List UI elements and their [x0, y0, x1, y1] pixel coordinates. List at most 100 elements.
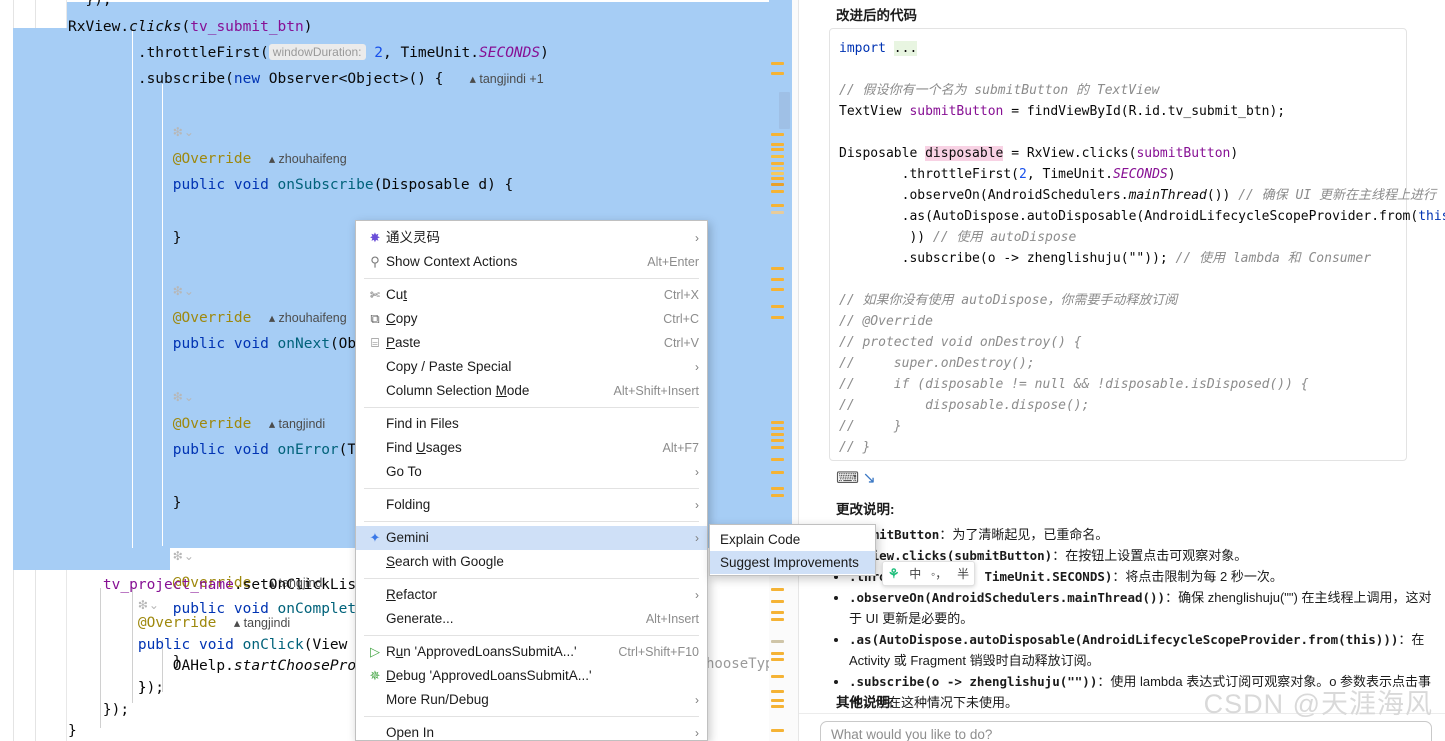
- menu-item-refactor[interactable]: Refactor ›: [356, 583, 707, 607]
- menu-separator: [364, 488, 699, 489]
- menu-item-label: Search with Google: [386, 554, 504, 569]
- menu-item-label: Cut: [386, 287, 408, 302]
- improved-code-line: // }: [839, 419, 902, 434]
- stripe-marker[interactable]: [771, 162, 784, 165]
- code-line: }: [68, 495, 182, 511]
- menu-separator: [364, 407, 699, 408]
- change-bullet-code: .subscribe(o -> zhenglishuju("")): [849, 674, 1098, 689]
- stripe-marker[interactable]: [771, 204, 784, 207]
- stripe-marker[interactable]: [771, 143, 784, 146]
- copy-code-icon[interactable]: ⌨: [836, 468, 859, 488]
- menu-item-debug-approvedloanssubmita[interactable]: ✵ Debug 'ApprovedLoansSubmitA...': [356, 664, 707, 688]
- stripe-marker[interactable]: [771, 183, 784, 186]
- gemini-submenu[interactable]: Explain Code Suggest Improvements: [709, 524, 876, 576]
- stripe-marker[interactable]: [771, 267, 784, 270]
- stripe-marker[interactable]: [771, 155, 784, 158]
- stripe-marker[interactable]: [771, 705, 784, 708]
- stripe-marker[interactable]: [771, 177, 784, 180]
- stripe-marker[interactable]: [771, 494, 784, 497]
- menu-item-folding[interactable]: Folding ›: [356, 493, 707, 517]
- menu-item-find-in-files[interactable]: Find in Files: [356, 412, 707, 436]
- stripe-marker[interactable]: [771, 167, 784, 170]
- menu-item-label: Gemini: [386, 530, 429, 545]
- stripe-marker[interactable]: [771, 211, 784, 214]
- stripe-marker[interactable]: [771, 62, 784, 65]
- stripe-marker[interactable]: [771, 446, 784, 449]
- stripe-marker[interactable]: [771, 427, 784, 430]
- stripe-marker[interactable]: [771, 652, 784, 655]
- stripe-marker[interactable]: [771, 133, 784, 136]
- chevron-right-icon: ›: [695, 465, 699, 479]
- ime-mode-toggle[interactable]: 中: [909, 565, 921, 582]
- stripe-marker[interactable]: [771, 72, 784, 75]
- menu-item-generate[interactable]: Generate... Alt+Insert: [356, 607, 707, 631]
- stripe-marker[interactable]: [771, 148, 784, 151]
- stripe-marker[interactable]: [771, 471, 784, 474]
- chevron-right-icon: ›: [695, 360, 699, 374]
- menu-item-go-to[interactable]: Go To ›: [356, 460, 707, 484]
- menu-item-open-in[interactable]: Open In ›: [356, 721, 707, 741]
- stripe-marker[interactable]: [771, 658, 784, 661]
- menu-item-gemini[interactable]: ✦ Gemini ›: [356, 526, 707, 550]
- ime-punctuation-toggle[interactable]: ◦，: [931, 565, 947, 582]
- stripe-marker[interactable]: [771, 675, 784, 678]
- menu-item-paste[interactable]: ⌸ Paste Ctrl+V: [356, 331, 707, 355]
- stripe-marker[interactable]: [771, 172, 784, 175]
- menu-item-run-approvedloanssubmita[interactable]: ▷ Run 'ApprovedLoansSubmitA...' Ctrl+Shift…: [356, 640, 707, 664]
- ime-width-toggle[interactable]: 半: [957, 565, 969, 582]
- menu-item-cut[interactable]: ✄ Cut Ctrl+X: [356, 283, 707, 307]
- code-line: }: [68, 230, 182, 246]
- paste-icon: ⌸: [371, 335, 379, 350]
- stripe-marker[interactable]: [771, 439, 784, 442]
- submenu-item-suggest-improvements[interactable]: Suggest Improvements: [710, 551, 875, 574]
- changes-heading: 更改说明:: [836, 502, 895, 517]
- stripe-marker[interactable]: [771, 433, 784, 436]
- stripe-marker[interactable]: [771, 458, 784, 461]
- change-bullet: submitButton：为了清晰起见，已重命名。: [849, 524, 1432, 545]
- stripe-marker[interactable]: [771, 611, 784, 614]
- stripe-marker[interactable]: [771, 618, 784, 621]
- menu-separator: [364, 278, 699, 279]
- stripe-marker[interactable]: [771, 690, 784, 693]
- code-line: @Override ▴ tangjindi: [172, 416, 326, 432]
- menu-item-label: Copy: [386, 311, 418, 326]
- stripe-marker[interactable]: [771, 699, 784, 702]
- stripe-marker[interactable]: [771, 487, 784, 490]
- error-stripe-scrollbar[interactable]: [769, 0, 798, 741]
- stripe-thumb[interactable]: [779, 92, 790, 129]
- menu-item-[interactable]: ✸ 通义灵码 ›: [356, 226, 707, 250]
- stripe-marker[interactable]: [771, 190, 784, 193]
- stripe-marker[interactable]: [771, 588, 784, 591]
- stripe-marker[interactable]: [771, 278, 784, 281]
- editor-context-menu[interactable]: ✸ 通义灵码 › ⚲ Show Context Actions Alt+Enter ✄ Cut…: [355, 220, 708, 741]
- menu-item-copy[interactable]: ⧉ Copy Ctrl+C: [356, 307, 707, 331]
- menu-item-column-selection-mode[interactable]: Column Selection Mode Alt+Shift+Insert: [356, 379, 707, 403]
- stripe-marker[interactable]: [771, 729, 784, 732]
- chat-input-placeholder: What would you like to do?: [831, 727, 993, 741]
- menu-separator: [364, 716, 699, 717]
- menu-item-show-context-actions[interactable]: ⚲ Show Context Actions Alt+Enter: [356, 250, 707, 274]
- code-line: @Override ▴ zhouhaifeng: [172, 310, 347, 326]
- menu-item-more-run-debug[interactable]: More Run/Debug ›: [356, 688, 707, 712]
- change-bullet-text: ：在按钮上设置点击可观察对象。: [1052, 548, 1248, 563]
- insert-at-cursor-icon[interactable]: ↘: [862, 468, 884, 488]
- stripe-marker[interactable]: [771, 316, 784, 319]
- improved-code-line: Disposable disposable = RxView.clicks(su…: [839, 146, 1239, 161]
- ime-status-bar[interactable]: ⚘ 中 ◦， 半: [882, 561, 975, 586]
- stripe-marker[interactable]: [771, 640, 784, 643]
- change-bullet-code: .as(AutoDispose.autoDisposable(AndroidLi…: [849, 632, 1399, 647]
- change-bullet-text: ：为了清晰起见，已重命名。: [939, 527, 1109, 542]
- gemini-assistant-panel[interactable]: 改进后的代码 import ... // 假设你有一个名为 submitButt…: [798, 0, 1445, 741]
- menu-item-shortcut: Alt+F7: [662, 441, 699, 455]
- menu-item-find-usages[interactable]: Find Usages Alt+F7: [356, 436, 707, 460]
- submenu-item-explain-code[interactable]: Explain Code: [710, 528, 875, 551]
- stripe-marker[interactable]: [771, 600, 784, 603]
- stripe-marker[interactable]: [771, 421, 784, 424]
- improved-code-line: [839, 269, 1445, 290]
- stripe-marker[interactable]: [771, 288, 784, 291]
- improved-code-line: )) // 使用 autoDispose: [839, 230, 1077, 245]
- stripe-marker[interactable]: [771, 305, 784, 308]
- menu-item-copy-paste-special[interactable]: Copy / Paste Special ›: [356, 355, 707, 379]
- menu-item-search-with-google[interactable]: Search with Google: [356, 550, 707, 574]
- code-actions-row[interactable]: ⌨ ↘: [836, 468, 884, 488]
